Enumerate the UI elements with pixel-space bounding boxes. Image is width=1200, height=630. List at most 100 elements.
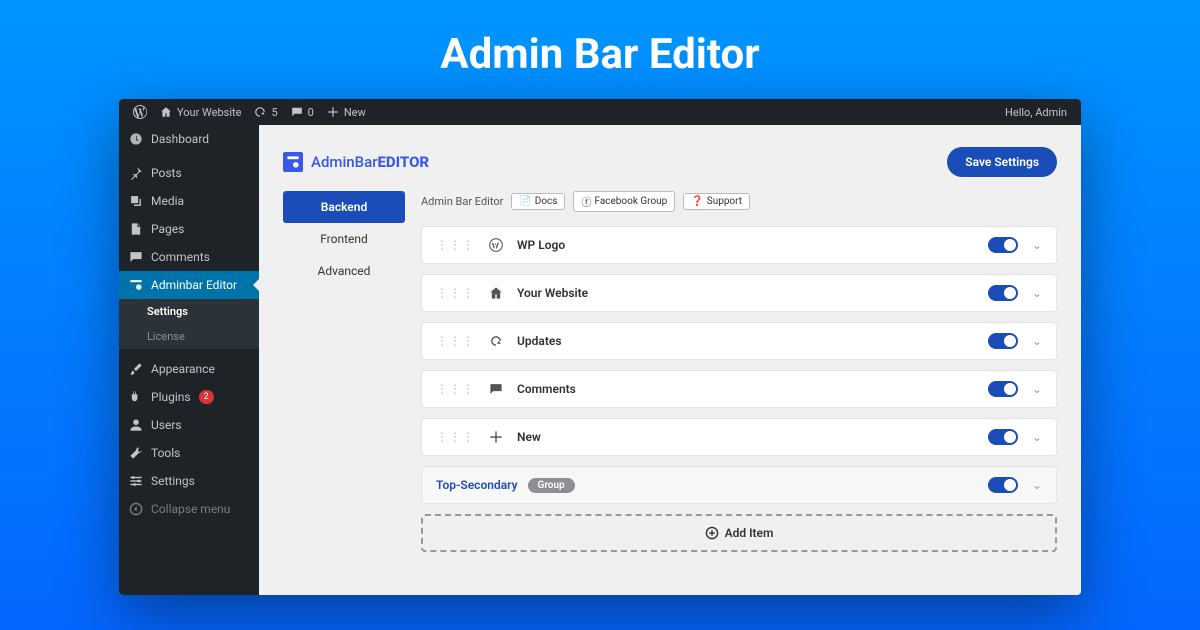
tab-backend[interactable]: Backend [283, 191, 405, 223]
support-icon: ❓ [691, 196, 703, 207]
item-new: ⋮⋮⋮ New ⌄ [421, 418, 1057, 456]
update-icon [253, 105, 267, 119]
drag-handle-icon[interactable]: ⋮⋮⋮ [436, 238, 475, 252]
updates-count: 5 [271, 106, 277, 119]
facebook-link[interactable]: ⓕFacebook Group [573, 191, 675, 212]
drag-handle-icon[interactable]: ⋮⋮⋮ [436, 286, 475, 300]
sidebar-label: Tools [151, 446, 180, 460]
plugin-icon [129, 390, 143, 404]
toggle-switch[interactable] [988, 285, 1018, 301]
sidebar-label: Appearance [151, 362, 215, 376]
app-window: Your Website 5 0 New Hello, Admin Dashbo… [119, 99, 1081, 595]
sidebar-item-tools[interactable]: Tools [119, 439, 259, 467]
item-comments: ⋮⋮⋮ Comments ⌄ [421, 370, 1057, 408]
save-settings-button[interactable]: Save Settings [947, 147, 1057, 177]
tools-icon [129, 446, 143, 460]
wp-content: AdminBarEDITOR Save Settings Backend Fro… [259, 125, 1081, 595]
add-item-button[interactable]: Add Item [421, 514, 1057, 552]
tab-advanced[interactable]: Advanced [283, 255, 405, 287]
chevron-down-icon[interactable]: ⌄ [1032, 238, 1042, 252]
account-menu[interactable]: Hello, Admin [999, 106, 1073, 119]
sidebar-item-comments[interactable]: Comments [119, 243, 259, 271]
submenu-license[interactable]: License [119, 324, 259, 349]
updates-menu[interactable]: 5 [247, 105, 283, 119]
plus-icon [489, 430, 503, 444]
sidebar-label: Settings [151, 474, 195, 488]
chevron-down-icon[interactable]: ⌄ [1032, 286, 1042, 300]
toggle-switch[interactable] [988, 477, 1018, 493]
breadcrumb-row: Admin Bar Editor 📄Docs ⓕFacebook Group ❓… [421, 191, 1057, 212]
comment-icon [290, 105, 304, 119]
facebook-icon: ⓕ [581, 194, 591, 209]
sidebar-label: Dashboard [151, 132, 209, 146]
toggle-switch[interactable] [988, 429, 1018, 445]
chevron-down-icon[interactable]: ⌄ [1032, 382, 1042, 396]
wp-adminbar: Your Website 5 0 New Hello, Admin [119, 99, 1081, 125]
sidebar-item-posts[interactable]: Posts [119, 159, 259, 187]
chevron-down-icon[interactable]: ⌄ [1032, 334, 1042, 348]
chevron-down-icon[interactable]: ⌄ [1032, 478, 1042, 492]
comments-count: 0 [308, 106, 314, 119]
collapse-icon [129, 502, 143, 516]
toggle-switch[interactable] [988, 381, 1018, 397]
submenu-settings[interactable]: Settings [119, 299, 259, 324]
settings-icon [129, 474, 143, 488]
pin-icon [129, 166, 143, 180]
sidebar-label: Pages [151, 222, 184, 236]
user-icon [129, 418, 143, 432]
wp-logo-menu[interactable] [127, 105, 153, 119]
brand-prefix: AdminBar [311, 153, 378, 171]
sidebar-label: Users [151, 418, 182, 432]
wp-body: Dashboard Posts Media Pages Comments A [119, 125, 1081, 595]
main-column: Admin Bar Editor 📄Docs ⓕFacebook Group ❓… [405, 191, 1057, 552]
item-top-secondary: Top-Secondary Group ⌄ [421, 466, 1057, 504]
site-name-menu[interactable]: Your Website [153, 105, 247, 119]
tabs: Backend Frontend Advanced [283, 191, 405, 552]
item-wp-logo: ⋮⋮⋮ WP Logo ⌄ [421, 226, 1057, 264]
sidebar-item-pages[interactable]: Pages [119, 215, 259, 243]
comment-icon [489, 382, 503, 396]
group-badge: Group [528, 478, 575, 493]
new-label: New [344, 106, 366, 119]
support-link[interactable]: ❓Support [683, 193, 750, 210]
docs-link[interactable]: 📄Docs [511, 193, 565, 210]
sidebar-label: Adminbar Editor [151, 278, 237, 292]
tab-frontend[interactable]: Frontend [283, 223, 405, 255]
sidebar-item-appearance[interactable]: Appearance [119, 355, 259, 383]
chevron-down-icon[interactable]: ⌄ [1032, 430, 1042, 444]
new-menu[interactable]: New [320, 105, 372, 119]
sidebar-item-plugins[interactable]: Plugins 2 [119, 383, 259, 411]
brush-icon [129, 362, 143, 376]
home-icon [489, 286, 503, 300]
comments-menu[interactable]: 0 [284, 105, 320, 119]
plus-icon [326, 105, 340, 119]
collapse-label: Collapse menu [151, 502, 230, 516]
add-item-label: Add Item [725, 526, 774, 540]
breadcrumb: Admin Bar Editor [421, 195, 503, 208]
sidebar-item-media[interactable]: Media [119, 187, 259, 215]
collapse-menu[interactable]: Collapse menu [119, 495, 259, 523]
sidebar-item-settings[interactable]: Settings [119, 467, 259, 495]
sidebar-item-dashboard[interactable]: Dashboard [119, 125, 259, 153]
wordpress-icon [489, 238, 503, 252]
drag-handle-icon[interactable]: ⋮⋮⋮ [436, 382, 475, 396]
content-row: Backend Frontend Advanced Admin Bar Edit… [283, 191, 1057, 552]
item-label: Top-Secondary Group [436, 478, 974, 493]
sidebar-item-users[interactable]: Users [119, 411, 259, 439]
home-icon [159, 105, 173, 119]
adminbar-editor-icon [129, 278, 143, 292]
greeting: Hello, Admin [1005, 106, 1067, 119]
drag-handle-icon[interactable]: ⋮⋮⋮ [436, 334, 475, 348]
item-label: Your Website [517, 286, 974, 300]
item-label: Comments [517, 382, 974, 396]
comment-icon [129, 250, 143, 264]
toggle-switch[interactable] [988, 237, 1018, 253]
sidebar-label: Media [151, 194, 184, 208]
doc-icon: 📄 [519, 196, 531, 207]
item-label: New [517, 430, 974, 444]
sidebar-label: Plugins [151, 390, 191, 404]
toggle-switch[interactable] [988, 333, 1018, 349]
sidebar-submenu: Settings License [119, 299, 259, 349]
drag-handle-icon[interactable]: ⋮⋮⋮ [436, 430, 475, 444]
sidebar-item-adminbar-editor[interactable]: Adminbar Editor [119, 271, 259, 299]
